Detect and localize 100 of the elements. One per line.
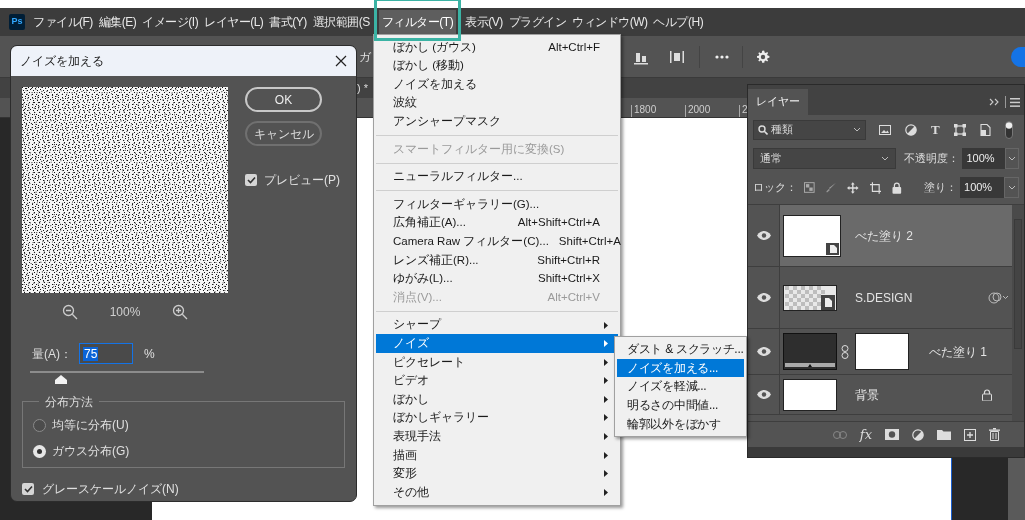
blend-options-icon[interactable]: [988, 291, 1008, 304]
menu-item[interactable]: その他: [376, 483, 618, 502]
cancel-button[interactable]: キャンセル: [245, 121, 322, 146]
menu-bar-item[interactable]: ヘルプ(H): [650, 10, 707, 34]
window-title: ノイズを加える: [20, 53, 105, 70]
app-logo[interactable]: Ps: [9, 14, 25, 30]
slider-thumb[interactable]: [55, 375, 68, 384]
collapse-icon[interactable]: [989, 98, 1001, 106]
layer-row[interactable]: べた塗り 1: [748, 329, 1012, 375]
ok-button[interactable]: OK: [245, 87, 322, 112]
panel-tab[interactable]: レイヤー: [748, 89, 808, 115]
more-icon[interactable]: [714, 53, 730, 60]
menu-item[interactable]: 広角補正(A)... Alt+Shift+Ctrl+A: [376, 213, 618, 233]
mask-icon[interactable]: [885, 429, 899, 440]
toolbar-label: ガ: [359, 48, 371, 66]
effects-button[interactable]: fx: [859, 428, 872, 441]
unit-label: %: [144, 345, 155, 363]
menu-item[interactable]: 明るさの中間値...: [617, 395, 744, 415]
menu-item[interactable]: ノイズを加える: [376, 75, 618, 94]
amount-field[interactable]: 75: [79, 343, 133, 364]
menu-item[interactable]: レンズ補正(R)... Shift+Ctrl+R: [376, 250, 618, 270]
menu-item[interactable]: ぼかし: [376, 390, 618, 409]
submenu-arrow-icon: [604, 321, 608, 329]
menu-bar-item[interactable]: 選択範囲(S: [309, 10, 373, 34]
zoom-in-icon[interactable]: [172, 304, 188, 320]
shortcut-label: Shift+Ctrl+X: [538, 271, 600, 287]
blend-mode-dropdown[interactable]: 通常: [753, 148, 897, 169]
amount-slider[interactable]: [30, 371, 204, 386]
menu-bar-item[interactable]: 編集(E): [95, 10, 140, 34]
ruler-label: 2000: [685, 105, 739, 117]
radio-label: ガウス分布(G): [52, 443, 130, 460]
menu-bar-item[interactable]: フィルター(T): [378, 10, 457, 34]
menu-item[interactable]: ニューラルフィルター...: [376, 167, 618, 187]
settings-icon[interactable]: [755, 48, 771, 65]
menu-item[interactable]: ぼかしギャラリー: [376, 408, 618, 428]
menu-item[interactable]: ノイズ: [376, 334, 618, 353]
menu-item[interactable]: アンシャープマスク: [376, 112, 618, 131]
menu-item[interactable]: ダスト & スクラッチ...: [617, 340, 744, 359]
menu-item[interactable]: 輪郭以外をぼかす: [617, 414, 744, 433]
distribute-icon[interactable]: [669, 48, 685, 65]
layer-thumbnail: [783, 284, 837, 311]
radio-button[interactable]: [33, 444, 46, 458]
menu-item[interactable]: シャープ: [376, 315, 618, 335]
menu-item[interactable]: フィルターギャラリー(G)...: [376, 195, 618, 214]
grayscale-checkbox[interactable]: [22, 483, 34, 495]
new-layer-icon[interactable]: [964, 428, 976, 441]
menu-bar-item[interactable]: ウィンドウ(W): [569, 10, 651, 34]
adjustment-layer-icon[interactable]: [912, 428, 924, 441]
submenu-arrow-icon: [604, 488, 608, 496]
eye-icon[interactable]: [756, 293, 771, 302]
menu-item[interactable]: 変形: [376, 464, 618, 484]
filter-toggle[interactable]: [1004, 120, 1013, 139]
menu-bar-item[interactable]: 書式(Y): [266, 10, 310, 34]
menu-item[interactable]: ビデオ: [376, 371, 618, 391]
eye-icon[interactable]: [756, 347, 771, 356]
menu-item[interactable]: ノイズを軽減...: [617, 377, 744, 396]
type-filter-icon[interactable]: T: [931, 123, 940, 136]
menu-bar-item[interactable]: プラグイン: [505, 10, 570, 34]
radio-button[interactable]: [33, 418, 46, 432]
menu-item[interactable]: 表現手法: [376, 427, 618, 446]
layer-name: 背景: [855, 386, 879, 404]
folder-icon[interactable]: [937, 429, 951, 440]
layer-name: S.DESIGN: [855, 289, 913, 307]
layer-row[interactable]: べた塗り 2: [748, 205, 1012, 267]
opacity-field[interactable]: 100%: [962, 148, 1005, 169]
menu-item[interactable]: ゆがみ(L)... Shift+Ctrl+X: [376, 269, 618, 289]
eye-icon[interactable]: [756, 390, 771, 399]
menu-bar-item[interactable]: ファイル(F): [30, 10, 96, 34]
document-tab[interactable]: ) *: [357, 79, 368, 97]
image-icon[interactable]: [879, 124, 891, 135]
menu-item[interactable]: ぼかし (ガウス) Alt+Ctrl+F: [376, 38, 618, 57]
lock-icon[interactable]: [892, 181, 902, 194]
submenu-arrow-icon: [604, 395, 608, 403]
trash-icon[interactable]: [989, 428, 1000, 441]
menu-bar-item[interactable]: レイヤー(L): [201, 10, 267, 34]
adjustment-icon[interactable]: [905, 123, 917, 136]
kind-dropdown[interactable]: 種類: [753, 119, 866, 140]
move-icon[interactable]: [847, 181, 859, 194]
menu-bar-item[interactable]: イメージ(I): [139, 10, 202, 34]
close-icon[interactable]: [335, 55, 347, 67]
layer-row[interactable]: S.DESIGN: [748, 267, 1012, 329]
fill-field[interactable]: 100%: [960, 177, 1004, 198]
preview-checkbox[interactable]: [245, 174, 257, 186]
radio-label: 均等に分布(U): [52, 417, 129, 434]
transform-icon[interactable]: [953, 123, 966, 136]
eye-icon[interactable]: [756, 231, 771, 240]
menu-icon[interactable]: [1010, 97, 1020, 107]
menu-item[interactable]: 描画: [376, 445, 618, 465]
lock-transparency-icon[interactable]: [804, 182, 815, 193]
chevron-icon: [1007, 185, 1016, 190]
zoom-out-icon[interactable]: [62, 304, 78, 320]
layer-row[interactable]: 背景: [748, 375, 1012, 415]
submenu-arrow-icon: [604, 340, 608, 348]
shortcut-label: Alt+Ctrl+F: [548, 39, 600, 55]
menu-item[interactable]: ピクセレート: [376, 352, 618, 372]
smart-object-icon[interactable]: [979, 123, 991, 136]
menu-bar-item[interactable]: 表示(V): [462, 10, 506, 34]
menu-item[interactable]: ぼかし (移動): [376, 56, 618, 76]
menu-item[interactable]: ノイズを加える...: [617, 358, 744, 378]
menu-item[interactable]: 波紋: [376, 93, 618, 113]
